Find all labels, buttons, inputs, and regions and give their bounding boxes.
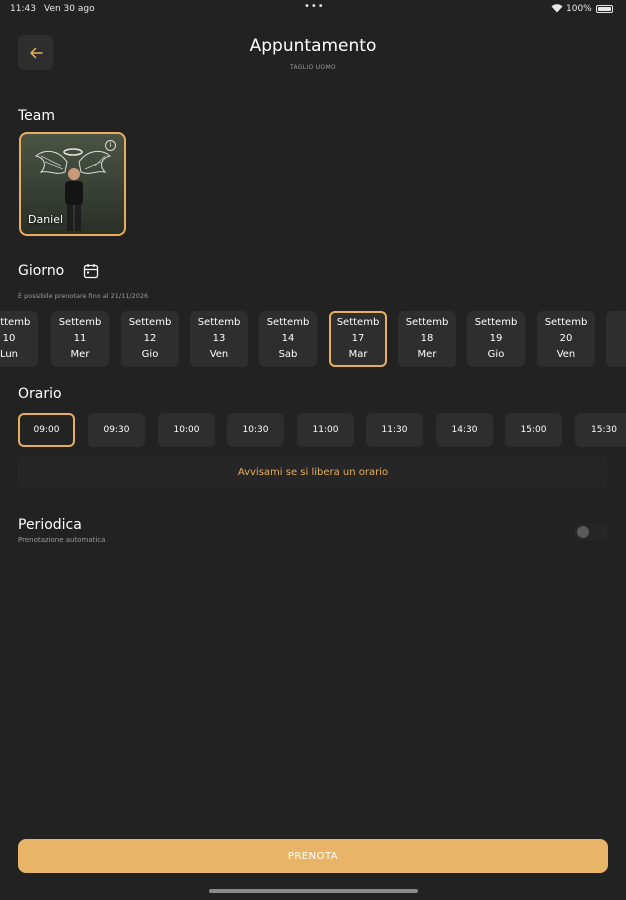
notify-slot-button[interactable]: Avvisami se si libera un orario <box>18 456 608 489</box>
date-day: 12 <box>143 333 157 344</box>
time-slot[interactable]: 10:00 <box>158 413 215 447</box>
date-item[interactable]: Settemb 13 Ven <box>190 311 248 367</box>
date-weekday: Sab <box>278 349 298 360</box>
date-day: 19 <box>489 333 503 344</box>
book-button[interactable]: PRENOTA <box>18 839 608 873</box>
booking-limit-note: È possibile prenotare fino al 21/11/2026 <box>18 292 149 300</box>
date-item-partial[interactable] <box>606 311 626 367</box>
date-weekday: Gio <box>487 349 505 360</box>
date-day: 20 <box>559 333 573 344</box>
team-section-title: Team <box>18 108 56 124</box>
time-slot[interactable]: 10:30 <box>227 413 284 447</box>
service-subtitle: TAGLIO UOMO <box>290 64 336 71</box>
date-item-selected[interactable]: Settemb 17 Mar <box>329 311 387 367</box>
periodic-title: Periodica <box>18 517 82 533</box>
date-weekday: Mer <box>417 349 437 360</box>
team-member-name: Daniel <box>28 213 64 226</box>
date-weekday: Mer <box>70 349 90 360</box>
page-title: Appuntamento <box>249 36 377 56</box>
info-icon[interactable]: i <box>105 140 116 151</box>
date-month: Settemb <box>58 317 102 328</box>
date-item[interactable]: Settemb 14 Sab <box>259 311 317 367</box>
time-slot[interactable]: 14:30 <box>436 413 493 447</box>
calendar-icon[interactable] <box>83 263 99 279</box>
date-item[interactable]: Settemb 10 Lun <box>0 311 38 367</box>
date-weekday: Ven <box>556 349 576 360</box>
time-slot[interactable]: 11:00 <box>297 413 354 447</box>
date-day: 11 <box>73 333 87 344</box>
team-member-card[interactable]: i Daniel <box>19 132 126 236</box>
date-month: Settemb <box>266 317 310 328</box>
date-day: 17 <box>351 333 365 344</box>
date-item[interactable]: Settemb 19 Gio <box>467 311 525 367</box>
date-weekday: Lun <box>0 349 19 360</box>
person-photo <box>65 168 83 231</box>
toggle-knob <box>577 526 589 538</box>
time-slot[interactable]: 15:00 <box>505 413 562 447</box>
date-weekday: Gio <box>141 349 159 360</box>
date-month: Settemb <box>405 317 449 328</box>
status-bar: 11:43 Ven 30 ago ••• 100% <box>0 0 626 20</box>
status-date: Ven 30 ago <box>44 4 95 14</box>
date-day: 18 <box>420 333 434 344</box>
date-day: 13 <box>212 333 226 344</box>
time-slot[interactable]: 09:30 <box>88 413 145 447</box>
date-item[interactable]: Settemb 20 Ven <box>537 311 595 367</box>
time-slot[interactable]: 15:30 <box>575 413 626 447</box>
multitask-dots: ••• <box>304 1 325 12</box>
date-item[interactable]: Settemb 18 Mer <box>398 311 456 367</box>
date-month: Settemb <box>544 317 588 328</box>
periodic-subtitle: Prenotazione automatica <box>18 536 106 544</box>
time-slot[interactable]: 11:30 <box>366 413 423 447</box>
date-month: Settemb <box>474 317 518 328</box>
home-indicator[interactable] <box>209 889 418 893</box>
date-day: 14 <box>281 333 295 344</box>
wifi-icon <box>551 4 563 16</box>
battery-percent: 100% <box>566 4 592 14</box>
date-item[interactable]: Settemb 12 Gio <box>121 311 179 367</box>
battery-icon <box>596 5 613 13</box>
status-time: 11:43 <box>10 4 36 14</box>
date-month: Settemb <box>197 317 241 328</box>
date-weekday: Ven <box>209 349 229 360</box>
date-day: 10 <box>2 333 16 344</box>
date-month: Settemb <box>336 317 380 328</box>
date-item[interactable]: Settemb 11 Mer <box>51 311 109 367</box>
periodic-toggle[interactable] <box>574 524 608 540</box>
time-section-title: Orario <box>18 386 62 402</box>
date-weekday: Mar <box>348 349 368 360</box>
time-slot-selected[interactable]: 09:00 <box>18 413 75 447</box>
date-month: Settemb <box>128 317 172 328</box>
date-month: Settemb <box>0 317 31 328</box>
day-section-title: Giorno <box>18 263 65 279</box>
